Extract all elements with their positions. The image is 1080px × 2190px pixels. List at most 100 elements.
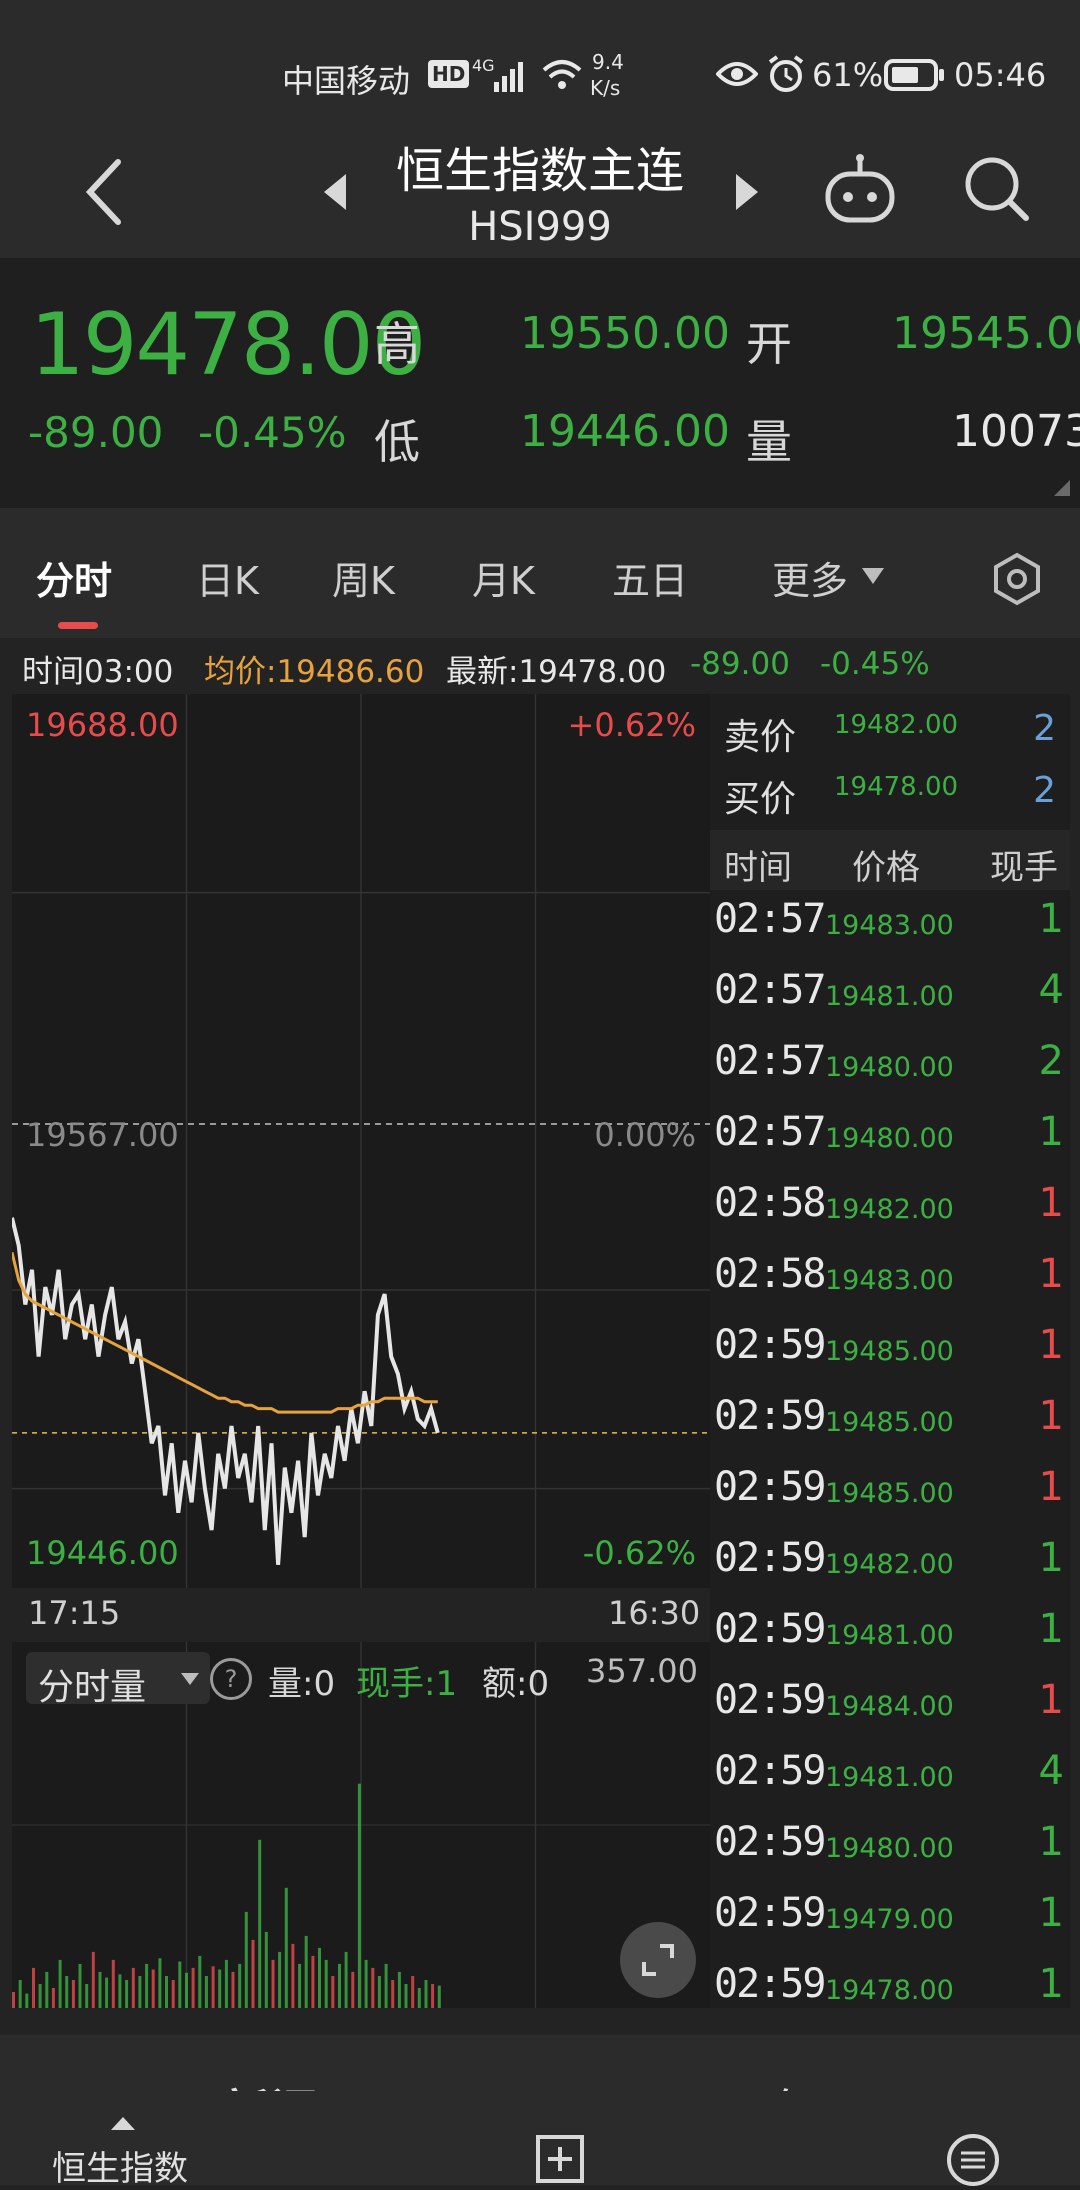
volume-bar	[351, 1971, 355, 2008]
alarm-icon	[768, 55, 804, 92]
search-icon[interactable]	[962, 154, 1032, 224]
trade-price: 19480.00	[825, 1052, 954, 1083]
trade-price: 19480.00	[825, 1833, 954, 1864]
net-speed-value: 9.4	[592, 50, 624, 74]
trade-time: 02:59	[714, 1393, 826, 1439]
trade-time: 02:59	[714, 1535, 826, 1581]
volume-bar	[178, 1961, 182, 2008]
active-tab-indicator	[58, 622, 98, 629]
expand-corner-icon[interactable]	[1052, 478, 1072, 498]
trade-price: 19485.00	[825, 1478, 954, 1509]
volume-bar	[291, 1943, 295, 2008]
add-icon[interactable]	[536, 2135, 584, 2183]
trade-hand: 1	[1038, 1109, 1064, 1155]
volume-bar	[218, 1969, 222, 2008]
settings-hexagon-icon[interactable]	[990, 552, 1044, 606]
trade-time: 02:57	[714, 1109, 826, 1155]
bid-label: 买价	[724, 779, 797, 820]
bottom-index-name[interactable]: 恒生指数	[52, 2141, 188, 2190]
volume-bar	[138, 1976, 142, 2008]
volume-bar	[91, 1951, 95, 2008]
trade-row: 02:59 19485.00 1	[710, 1387, 1070, 1458]
ask-price: 19482.00	[834, 710, 959, 740]
bid-price: 19478.00	[834, 772, 959, 802]
volume-bar	[151, 1969, 155, 2008]
trade-time: 02:59	[714, 1677, 826, 1723]
volume-max-label: 357.00	[586, 1652, 698, 1690]
battery-icon	[884, 59, 944, 91]
help-icon[interactable]: ?	[210, 1658, 252, 1700]
trade-time: 02:57	[714, 967, 826, 1013]
volume-bar	[111, 1959, 115, 2008]
trade-price: 19482.00	[825, 1194, 954, 1225]
volume-bar	[45, 1971, 49, 2008]
low-value: 19446.00	[520, 406, 730, 457]
trade-row: 02:59 19481.00 4	[710, 1742, 1070, 1813]
tab-market-depth[interactable]: 盘口	[762, 2073, 858, 2091]
bid-row: 买价 19478.00 2	[710, 758, 1070, 826]
volume-bar	[131, 1967, 135, 2008]
high-value: 19550.00	[520, 308, 730, 359]
volume-bar	[258, 1839, 262, 2008]
fullscreen-button[interactable]	[620, 1922, 696, 1998]
volume-qty: 量:0	[268, 1664, 336, 1704]
trade-price: 19485.00	[825, 1336, 954, 1367]
net-speed-unit: K/s	[590, 76, 621, 100]
volume-bar	[71, 1980, 75, 2008]
price-change-pct: -0.45%	[198, 408, 347, 457]
trade-hand: 1	[1038, 1535, 1064, 1581]
contract-code: HSI999	[468, 204, 612, 250]
tab-five-day[interactable]: 五日	[612, 550, 688, 605]
trade-row: 02:59 19482.00 1	[710, 1529, 1070, 1600]
volume-bar	[411, 1976, 415, 2008]
chart-mid-price-label: 19567.00	[26, 1116, 179, 1154]
volume-bar	[431, 1984, 435, 2008]
header-bar: 恒生指数主连 HSI999	[0, 140, 1080, 258]
volume-selector[interactable]: 分时量	[26, 1652, 210, 1708]
volume-bar	[298, 1963, 302, 2008]
intraday-chart[interactable]: 19688.00 +0.62% 19567.00 0.00% 19446.00 …	[12, 694, 710, 1588]
volume-bar	[51, 1988, 55, 2008]
tab-daily-k[interactable]: 日K	[196, 550, 259, 605]
chevron-up-icon[interactable]	[110, 2115, 136, 2131]
trades-header-price: 价格	[852, 848, 920, 888]
quote-panel: 19478.00 -89.00 -0.45% 高 19550.00 低 1944…	[0, 258, 1080, 508]
prev-contract-icon[interactable]	[320, 170, 350, 214]
trade-row: 02:59 19485.00 1	[710, 1458, 1070, 1529]
tab-news[interactable]: 新闻	[222, 2073, 318, 2091]
trade-hand: 1	[1038, 1606, 1064, 1652]
trade-time: 02:57	[714, 896, 826, 942]
tab-intraday[interactable]: 分时	[36, 550, 112, 605]
volume-bar	[251, 1939, 255, 2008]
info-change-pct: -0.45%	[820, 646, 930, 682]
bid-qty: 2	[1033, 770, 1056, 811]
volume-bar	[65, 1976, 69, 2008]
trades-header-time: 时间	[724, 848, 792, 888]
volume-bar	[25, 1993, 29, 2008]
back-icon[interactable]	[80, 156, 130, 228]
trade-price: 19483.00	[825, 910, 954, 941]
volume-bar	[171, 1980, 175, 2008]
tab-weekly-k[interactable]: 周K	[332, 550, 395, 605]
high-label: 高	[374, 317, 420, 371]
x-end-label: 16:30	[608, 1594, 701, 1632]
menu-icon[interactable]	[946, 2133, 1000, 2187]
volume-bar	[32, 1967, 35, 2008]
bottom-bar: 新闻 盘口 恒生指数	[0, 2035, 1080, 2189]
tab-monthly-k[interactable]: 月K	[472, 550, 535, 605]
ask-label: 卖价	[724, 717, 797, 758]
trade-row: 02:59 19481.00 1	[710, 1600, 1070, 1671]
robot-assistant-icon[interactable]	[822, 152, 898, 228]
trade-row: 02:58 19482.00 1	[710, 1174, 1070, 1245]
trade-hand: 1	[1038, 1677, 1064, 1723]
volume-bar	[105, 1977, 109, 2008]
info-time: 时间03:00	[22, 654, 174, 690]
trade-time: 02:59	[714, 1890, 826, 1936]
trade-hand: 1	[1038, 1393, 1064, 1439]
trade-time: 02:58	[714, 1180, 826, 1226]
next-contract-icon[interactable]	[732, 170, 762, 214]
trade-price: 19484.00	[825, 1691, 954, 1722]
tab-more[interactable]: 更多	[772, 550, 848, 605]
volume-bar	[371, 1967, 375, 2008]
wifi-icon	[542, 60, 582, 89]
